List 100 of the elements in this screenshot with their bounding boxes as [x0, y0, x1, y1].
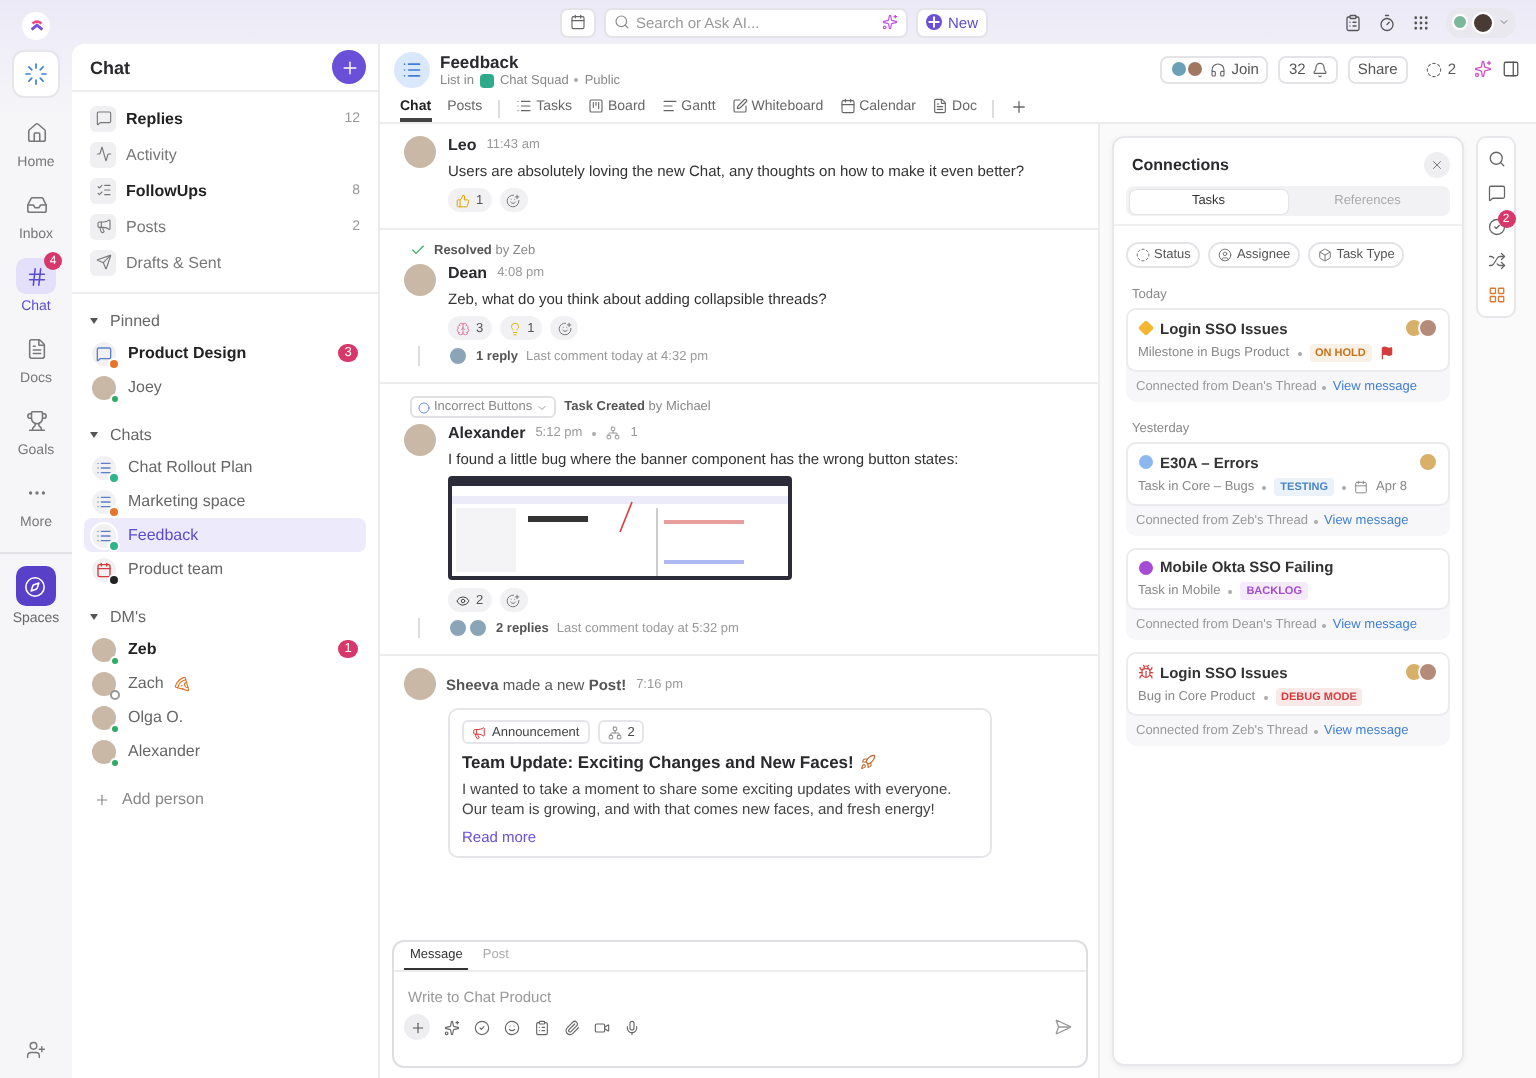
chevron-down-icon [1498, 16, 1510, 28]
chat-name: Feedback [128, 526, 199, 544]
avatar [404, 668, 436, 700]
close-icon [1430, 158, 1444, 172]
box-icon [1318, 248, 1333, 262]
send-icon[interactable] [1054, 1018, 1072, 1036]
bell-icon [1311, 61, 1328, 77]
avatar [448, 346, 468, 366]
attachment-icon[interactable] [564, 1019, 580, 1035]
bars-icon [661, 98, 678, 114]
clipboard-icon[interactable] [534, 1019, 550, 1035]
search-icon[interactable] [1487, 150, 1505, 168]
invite-user-icon[interactable] [26, 1040, 46, 1060]
chat-list-item[interactable]: Alexander [84, 734, 366, 768]
rocket-icon [859, 754, 876, 770]
dashed-circle-icon [1136, 248, 1150, 262]
check-circle-icon[interactable] [474, 1019, 490, 1035]
side-panel-icon[interactable] [1502, 60, 1520, 78]
sidebar-item[interactable]: Activity [84, 136, 366, 172]
add-reaction-button[interactable] [499, 188, 528, 212]
avatar [404, 424, 436, 456]
microphone-icon[interactable] [624, 1019, 640, 1035]
add-button[interactable] [404, 1014, 430, 1040]
item-label: Drafts & Sent [126, 253, 222, 271]
sparkle-icon[interactable] [1474, 60, 1492, 78]
board-icon [587, 98, 604, 114]
chat-list-item[interactable]: Feedback [84, 518, 366, 552]
user-circle-icon [1218, 248, 1233, 262]
status-circle-icon [418, 401, 430, 413]
item-label: FollowUps [126, 181, 207, 199]
add-reaction-button[interactable] [550, 316, 579, 340]
chat-list-item[interactable]: Product team [84, 552, 366, 586]
item-label: Activity [126, 145, 177, 163]
apps-grid-icon[interactable] [1487, 286, 1505, 304]
arrows-icon[interactable] [1487, 252, 1505, 270]
sparkle-icon[interactable] [444, 1019, 460, 1035]
chat-list-item[interactable]: Joey [84, 370, 366, 404]
home-icon [25, 121, 47, 143]
plus-icon [339, 57, 359, 77]
chat-name: Zach [128, 674, 164, 692]
chat-name: Zeb [128, 640, 157, 658]
chat-list-item[interactable]: Zach [84, 666, 366, 700]
plus-icon [94, 791, 110, 807]
new-chat-button[interactable] [332, 50, 366, 84]
list-icon [394, 51, 430, 87]
smile-plus-icon [506, 593, 521, 607]
smile-plus-icon [557, 321, 572, 335]
megaphone-icon [472, 725, 486, 739]
author-name: Dean [448, 264, 488, 282]
workspace-switcher[interactable] [14, 52, 58, 96]
app-logo[interactable] [22, 12, 50, 40]
plus-icon [1010, 97, 1029, 115]
paper-plane-icon [95, 254, 111, 270]
post-title: Team Update: Exciting Changes and New Faces! [462, 752, 854, 772]
chat-list-item[interactable]: Marketing space [84, 484, 366, 518]
video-icon[interactable] [594, 1019, 610, 1035]
megaphone-icon [95, 218, 111, 234]
add-reaction-button[interactable] [499, 588, 528, 612]
apps-grid-icon[interactable] [1412, 13, 1430, 31]
list-icon [90, 521, 118, 549]
sidebar-item[interactable]: Drafts & Sent [84, 244, 366, 280]
pizza-icon [173, 675, 190, 691]
section-header[interactable]: Pinned [84, 304, 366, 336]
lightbulb-icon [507, 321, 522, 335]
brain-icon [456, 321, 470, 335]
list-icon [516, 98, 533, 114]
eye-icon [456, 593, 470, 607]
avatar [404, 136, 436, 168]
check-circle-icon[interactable] [1487, 218, 1505, 236]
calendar-button[interactable] [559, 7, 596, 37]
section-header[interactable]: DM's [84, 600, 366, 632]
chevron-down-icon [536, 401, 549, 413]
chat-name: Joey [128, 378, 162, 396]
clipboard-icon[interactable] [1344, 13, 1362, 31]
close-button[interactable] [1424, 152, 1450, 178]
plus-icon [409, 1019, 425, 1035]
headphones-icon [1209, 61, 1226, 77]
page-title: Feedback [440, 51, 521, 71]
emoji-icon[interactable] [504, 1019, 520, 1035]
pulse-icon [95, 146, 111, 162]
spinner-icon [24, 62, 48, 86]
space-icon [479, 73, 494, 87]
smile-plus-icon [506, 193, 521, 207]
speech-bubble-icon[interactable] [1487, 184, 1505, 202]
item-label: Replies [126, 109, 183, 127]
calendar-icon [839, 98, 856, 114]
profile-menu[interactable] [1446, 7, 1516, 37]
speech-bubble-icon [95, 110, 111, 126]
post-card[interactable] [448, 708, 992, 859]
list-icon [90, 453, 118, 481]
check-icon [410, 242, 426, 258]
timer-icon[interactable] [1378, 13, 1396, 31]
screenshot-thumbnail[interactable] [448, 476, 792, 580]
chat-list-item[interactable]: Chat Rollout Plan [84, 450, 366, 484]
document-icon [25, 337, 47, 359]
list-icon [90, 487, 118, 515]
add-person-button[interactable]: Add person [84, 782, 366, 816]
section-header[interactable]: Chats [84, 418, 366, 450]
chat-list-item[interactable]: Olga O. [84, 700, 366, 734]
spaces-button[interactable] [15, 566, 56, 606]
